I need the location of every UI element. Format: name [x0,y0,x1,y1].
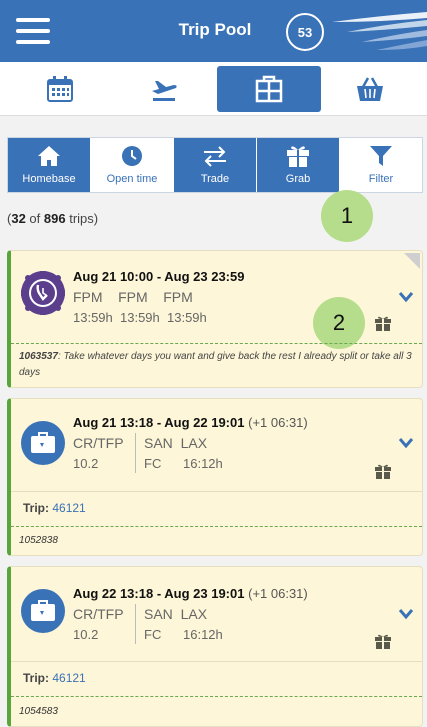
trip-link[interactable]: 46121 [52,671,85,685]
trip-note: 1063537: Take whatever days you want and… [19,351,412,378]
trip-card[interactable]: Aug 22 13:18 - Aug 23 19:01 (+1 06:31) C… [7,566,423,727]
gift-icon [287,146,309,167]
card-divider [11,491,422,492]
basket-icon [357,77,383,101]
gift-icon [375,316,391,331]
top-navigation [0,62,427,116]
app-header: Trip Pool 53 [0,0,427,62]
tab-filter[interactable]: Filter [340,138,422,192]
nav-basket[interactable] [338,66,402,112]
trip-pool-icon [255,75,283,103]
trip-link[interactable]: 46121 [52,501,85,515]
chevron-down-icon[interactable] [398,608,414,620]
card-divider [11,696,422,697]
duty-times: 13:59h 13:59h 13:59h [73,310,207,325]
trip-reference: Trip: 46121 [23,671,86,685]
calendar-icon [47,76,73,102]
card-id: 1052838 [19,535,58,546]
action-tabs: Homebase Open time Trade Grab Filter [7,137,423,193]
home-icon [38,146,60,166]
seat-class: FC [144,456,162,471]
route: SAN LAX [144,435,208,451]
airline-logo-icon [332,12,427,50]
block-time: 16:12h [183,456,223,471]
pairing-code: CR/TFP [73,606,124,622]
page-title: Trip Pool [178,20,252,39]
tab-grab-label: Grab [285,173,311,185]
annotation-marker-1: 1 [321,190,373,242]
tab-trade[interactable]: Trade [174,138,256,192]
briefcase-icon [21,421,65,465]
briefcase-icon [21,589,65,633]
tab-grab[interactable]: Grab [257,138,339,192]
trip-card[interactable]: Aug 21 13:18 - Aug 22 19:01 (+1 06:31) C… [7,398,423,556]
card-divider [11,343,422,344]
gift-icon [375,464,391,479]
nav-trip-pool[interactable] [217,66,321,112]
trip-count-badge[interactable]: 53 [286,13,324,51]
card-corner-flag [404,253,420,269]
separator [135,433,136,473]
plane-icon [152,81,177,101]
menu-icon[interactable] [16,18,50,44]
chevron-down-icon[interactable] [398,437,414,449]
trip-dates: Aug 21 10:00 - Aug 23 23:59 [73,269,245,284]
block-time: 16:12h [183,627,223,642]
tab-open-time[interactable]: Open time [91,138,173,192]
tab-trade-label: Trade [200,173,230,185]
pairing-value: 10.2 [73,627,99,642]
card-divider [11,526,422,527]
nav-flights[interactable] [132,66,196,112]
tab-open-time-label: Open time [106,173,158,185]
trip-count-summary: (32 of 896 trips) [7,211,99,226]
seat-class: FC [144,627,162,642]
swap-icon [204,146,226,167]
pairing-code: CR/TFP [73,435,124,451]
clock-icon [122,146,142,166]
trip-reference: Trip: 46121 [23,501,86,515]
reserve-trip-icon [21,271,65,315]
trip-dates: Aug 22 13:18 - Aug 23 19:01 (+1 06:31) [73,586,308,601]
nav-calendar[interactable] [28,66,92,112]
trip-dates: Aug 21 13:18 - Aug 22 19:01 (+1 06:31) [73,415,308,430]
pairing-value: 10.2 [73,456,99,471]
tab-homebase-label: Homebase [22,173,76,185]
card-divider [11,661,422,662]
trip-card[interactable]: Aug 21 10:00 - Aug 23 23:59 FPM FPM FPM … [7,250,423,388]
tab-filter-label: Filter [368,173,394,185]
gift-icon [375,634,391,649]
chevron-down-icon[interactable] [398,291,414,303]
route: SAN LAX [144,606,208,622]
tab-homebase[interactable]: Homebase [8,138,90,192]
filter-icon [370,146,392,166]
duty-codes: FPM FPM FPM [73,289,193,305]
separator [135,604,136,644]
annotation-marker-2: 2 [313,297,365,349]
card-id: 1054583 [19,706,58,717]
